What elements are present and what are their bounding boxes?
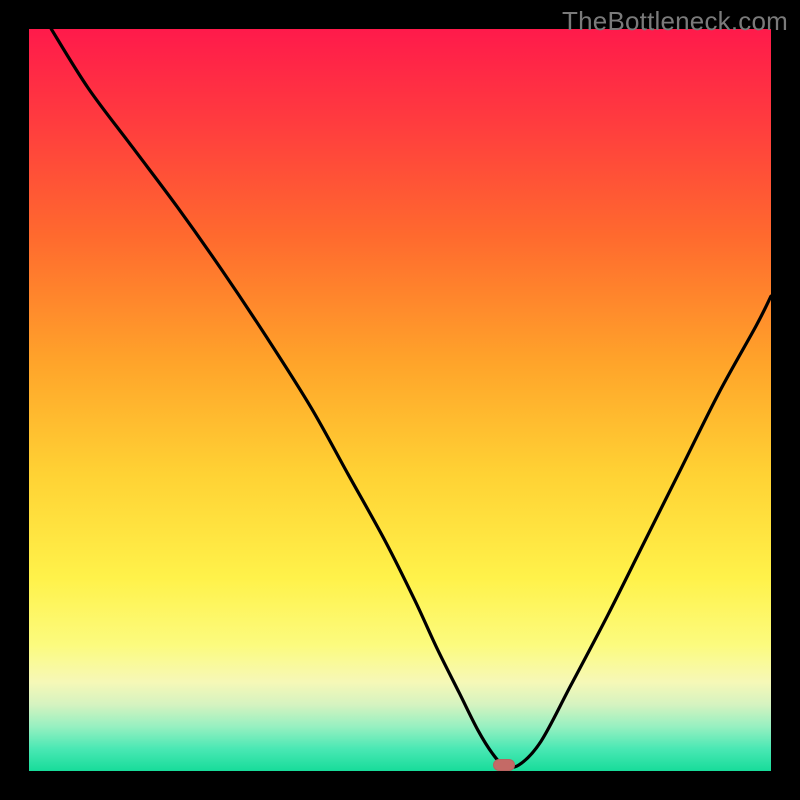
watermark-text: TheBottleneck.com [562,6,788,37]
optimum-marker [493,759,515,771]
bottleneck-curve-path [51,29,771,767]
chart-frame: TheBottleneck.com [0,0,800,800]
curve-layer [29,29,771,771]
plot-area [29,29,771,771]
